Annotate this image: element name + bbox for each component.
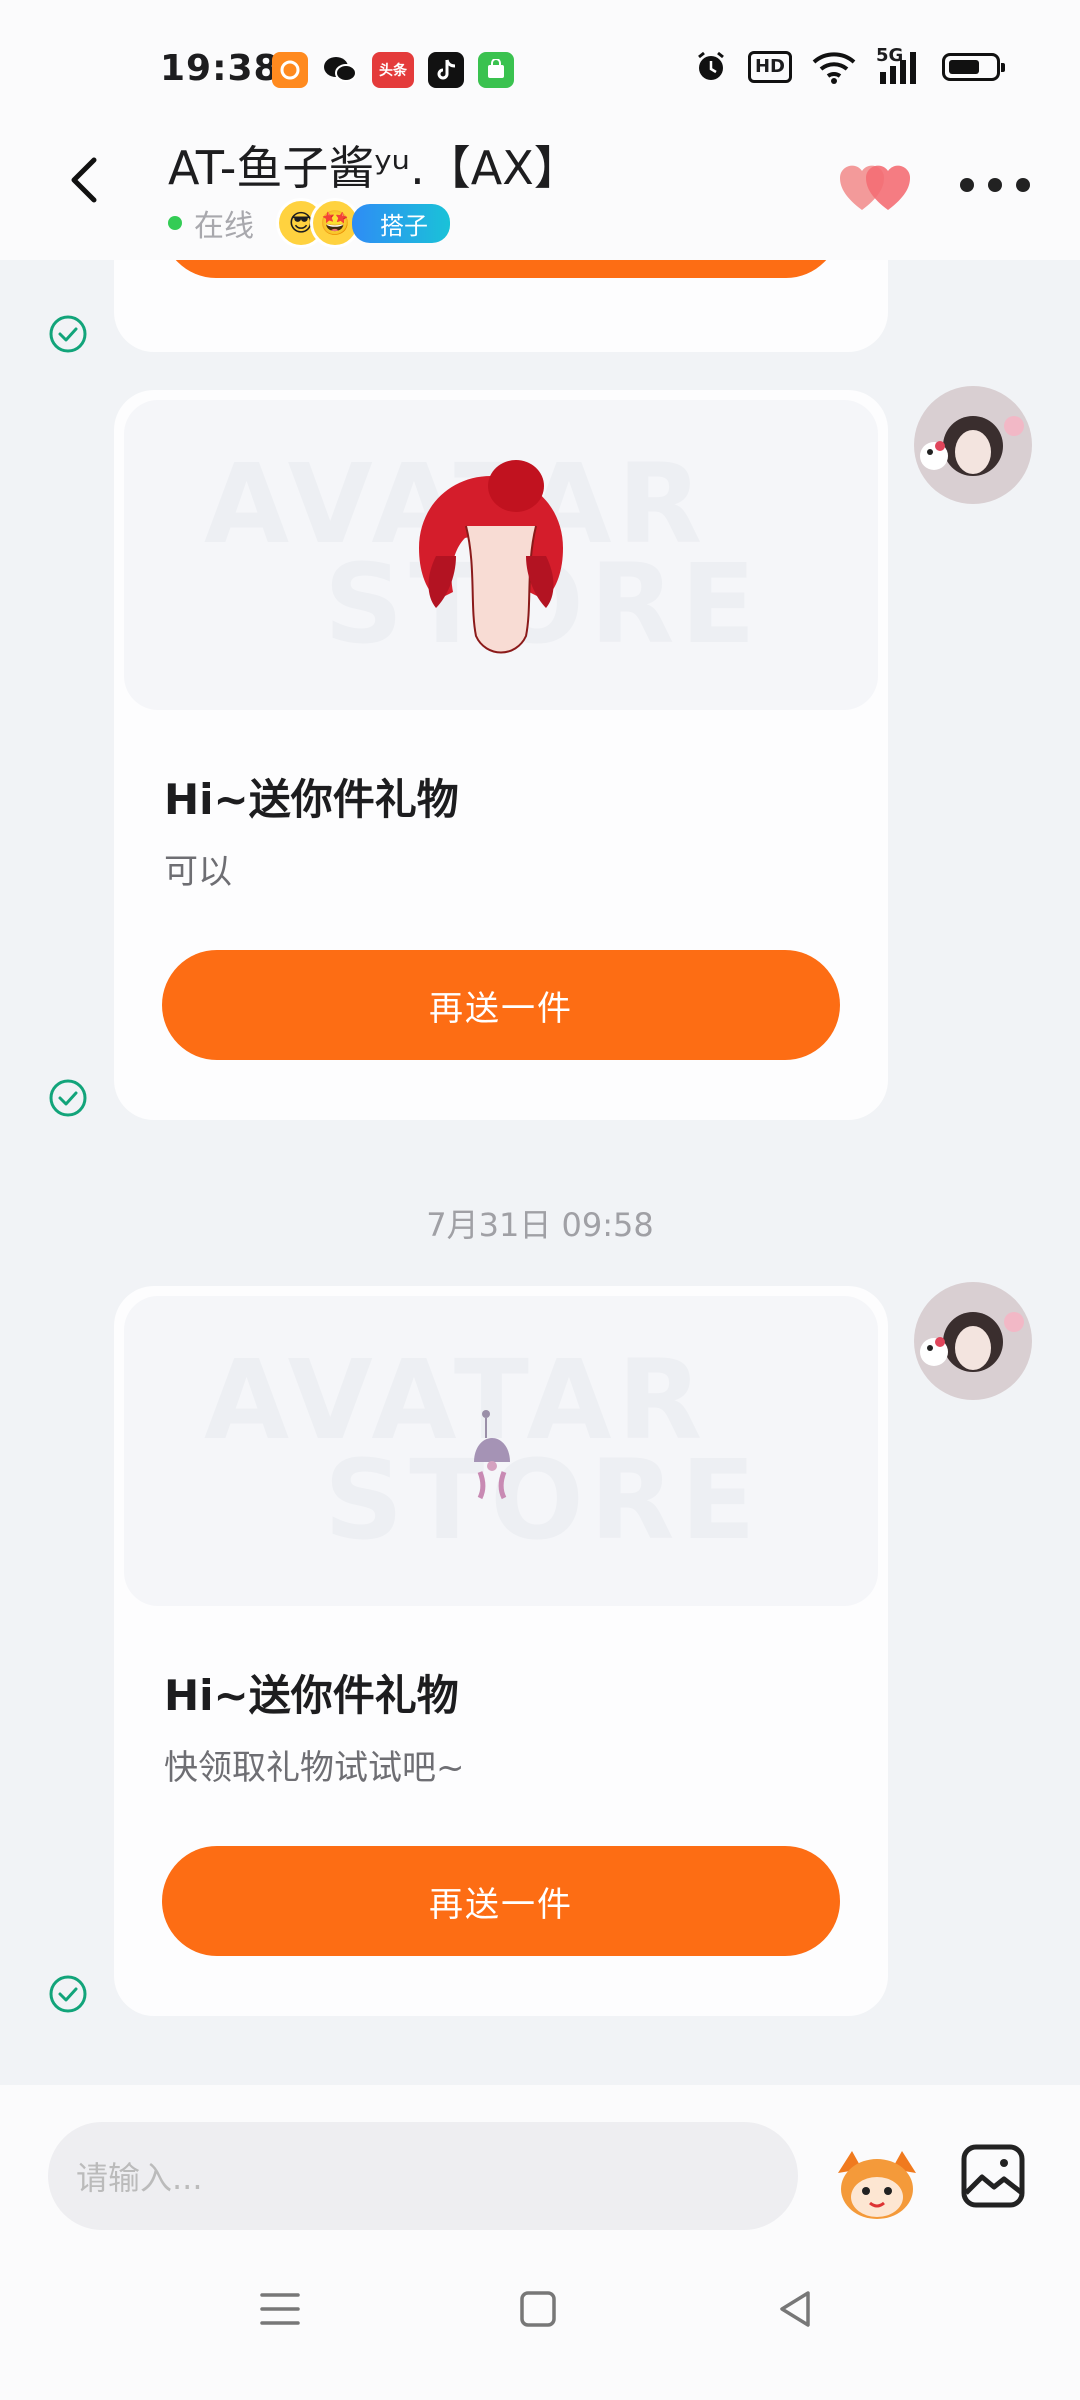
system-icons: HD 5G [694, 46, 1005, 84]
home-square-icon [520, 2291, 556, 2327]
toutiao-label: 头条 [379, 63, 407, 79]
small-accessory-icon [474, 1410, 510, 1500]
back-button[interactable] [56, 150, 116, 210]
user-avatar-icon [914, 1282, 1032, 1400]
system-nav-bar [0, 2235, 1080, 2400]
wifi-icon [812, 52, 856, 84]
status-time: 19:38 [160, 48, 280, 89]
cellular-signal-icon: 5G [876, 46, 922, 84]
more-dot [988, 178, 1002, 192]
orange-app-icon [272, 52, 308, 88]
status-bar: 19:38 头条 HD 5G [0, 0, 1080, 120]
online-status: 在线 [194, 209, 254, 244]
more-dot [960, 178, 974, 192]
gift-card: AVATAR STORE Hi~送你件礼物 快领取礼物试试吧~ 再送一件 [114, 1286, 888, 2016]
image-picker-button[interactable] [960, 2143, 1026, 2209]
gift-image[interactable]: AVATAR STORE [124, 400, 878, 710]
hearts-button[interactable] [838, 158, 918, 218]
chevron-left-icon [71, 157, 97, 203]
watermark-text: STORE [324, 1436, 762, 1564]
input-bar: 请输入... [0, 2085, 1080, 2235]
message-input[interactable]: 请输入... [48, 2122, 798, 2230]
triangle-back-icon [780, 2291, 810, 2327]
alarm-icon [698, 51, 724, 80]
hearts-icon [839, 165, 911, 210]
avatar[interactable] [914, 1282, 1032, 1400]
chat-area[interactable]: AVATAR STORE Hi~送你件礼物 可以 再送一件 7月31日 09:5… [0, 260, 1080, 2085]
chat-header: AT-鱼子酱ʸᵘ.【AX】 在线 😎 🤩 搭子 [0, 120, 1080, 260]
gift-title: Hi~送你件礼物 [164, 1671, 459, 1720]
sticker-button[interactable] [832, 2143, 922, 2223]
gift-card: AVATAR STORE Hi~送你件礼物 可以 再送一件 [114, 390, 888, 1120]
gift-card-partial [114, 260, 888, 352]
gift-image[interactable]: AVATAR STORE [124, 1296, 878, 1606]
image-icon [961, 2144, 1025, 2208]
sent-check-icon [49, 1975, 87, 2013]
more-dot [1016, 178, 1030, 192]
user-avatar-icon [914, 386, 1032, 504]
emoji-badges: 😎 🤩 [276, 198, 360, 248]
resend-gift-button[interactable]: 再送一件 [162, 950, 840, 1060]
notification-icons: 头条 [272, 52, 514, 88]
sent-check-icon [49, 1079, 87, 1117]
wechat-icon [322, 52, 358, 88]
battery-icon [942, 53, 1005, 81]
online-indicator [168, 216, 182, 230]
resend-gift-button[interactable]: 再送一件 [162, 1846, 840, 1956]
menu-icon [260, 2293, 300, 2325]
message-timestamp: 7月31日 09:58 [426, 1206, 654, 1244]
hd-badge: HD [747, 51, 792, 83]
gift-description: 可以 [164, 852, 232, 892]
avatar[interactable] [914, 386, 1032, 504]
green-app-icon [478, 52, 514, 88]
chat-title: AT-鱼子酱ʸᵘ.【AX】 [168, 141, 580, 195]
nav-home-button[interactable] [516, 2287, 560, 2331]
tiktok-icon [428, 52, 464, 88]
gift-title: Hi~送你件礼物 [164, 775, 459, 824]
user-status-row: 在线 😎 🤩 搭子 [168, 198, 450, 248]
partner-tag[interactable]: 搭子 [352, 203, 450, 243]
toutiao-icon: 头条 [372, 52, 414, 88]
resend-button-partial[interactable] [162, 260, 840, 278]
nav-back-button[interactable] [774, 2287, 818, 2331]
sent-check-icon [49, 315, 87, 353]
mascot-sticker-icon [838, 2151, 916, 2219]
red-hair-icon [419, 460, 563, 654]
gift-description: 快领取礼物试试吧~ [164, 1748, 465, 1788]
more-options-button[interactable] [960, 170, 1030, 200]
nav-menu-button[interactable] [258, 2287, 302, 2331]
